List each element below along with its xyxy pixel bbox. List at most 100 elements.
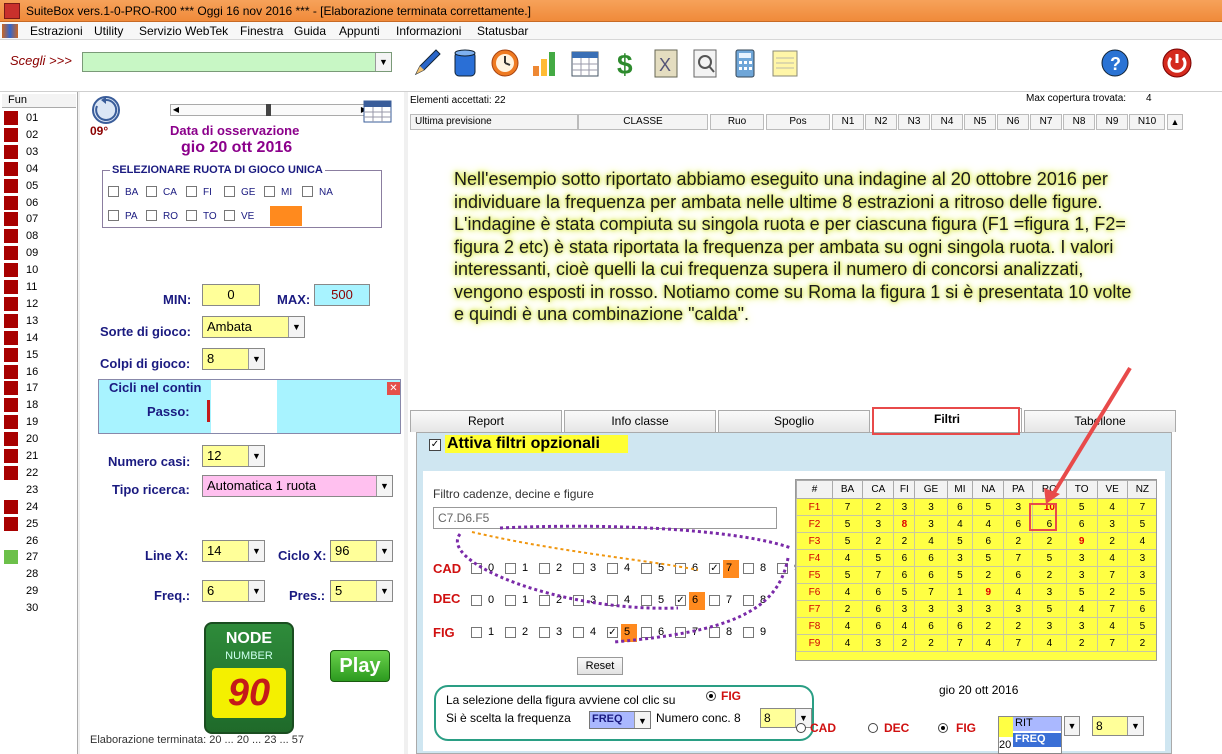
scegli-combo[interactable]: ▼ <box>82 52 392 72</box>
dec-digit-checkbox[interactable]: ✓ <box>675 595 686 606</box>
column-header[interactable]: N6 <box>997 114 1029 130</box>
pencil-icon[interactable] <box>410 46 444 80</box>
power-icon[interactable] <box>1160 46 1194 80</box>
fun-row[interactable]: 03 <box>2 144 76 161</box>
grid-cell[interactable]: 9 <box>972 583 1005 601</box>
grid-cell[interactable]: 5 <box>893 583 916 601</box>
fig-digit-checkbox[interactable] <box>709 627 720 638</box>
grid-cell[interactable]: 6 <box>862 600 895 618</box>
grid-cell[interactable]: 7 <box>914 583 948 601</box>
column-header[interactable]: N3 <box>898 114 930 130</box>
fun-row[interactable]: 02 <box>2 127 76 144</box>
calculator-icon[interactable] <box>728 46 762 80</box>
column-header[interactable]: N7 <box>1030 114 1062 130</box>
menu-statusbar[interactable]: Statusbar <box>477 24 528 38</box>
fun-row[interactable]: 06 <box>2 195 76 212</box>
chevron-down-icon[interactable]: ▼ <box>248 541 264 561</box>
grid-cell[interactable]: 4 <box>946 515 974 533</box>
grid-cell[interactable]: 6 <box>1126 600 1156 618</box>
dec-digit-checkbox[interactable] <box>743 595 754 606</box>
passo-field[interactable] <box>207 400 210 422</box>
fun-row[interactable]: 20 <box>2 431 76 448</box>
casi-select[interactable]: 12 ▼ <box>202 445 265 467</box>
fun-row[interactable]: 22 <box>2 465 76 482</box>
grid-cell[interactable]: 4 <box>831 617 864 635</box>
grid-cell[interactable]: 7 <box>1096 634 1128 652</box>
fig-digit-checkbox[interactable]: ✓ <box>607 627 618 638</box>
grid-cell[interactable]: 3 <box>1065 617 1098 635</box>
grid-cell[interactable]: 3 <box>946 549 974 567</box>
dec-digit-checkbox[interactable] <box>709 595 720 606</box>
dec-digit-checkbox[interactable] <box>539 595 550 606</box>
ruota-checkbox-ve[interactable] <box>224 210 235 221</box>
fun-row[interactable]: 13 <box>2 313 76 330</box>
tab-spoglio[interactable]: Spoglio <box>718 410 870 432</box>
grid-cell[interactable]: 7 <box>1126 498 1156 516</box>
grid-cell[interactable]: 5 <box>1126 617 1156 635</box>
database-icon[interactable] <box>448 46 482 80</box>
search-doc-icon[interactable] <box>688 46 722 80</box>
grid-cell[interactable]: 3 <box>1126 549 1156 567</box>
grid-cell[interactable]: 5 <box>831 532 864 550</box>
chevron-down-icon[interactable]: ▼ <box>1127 717 1143 735</box>
ruota-checkbox-ge[interactable] <box>224 186 235 197</box>
fun-row[interactable]: 29 <box>2 583 76 600</box>
grid-cell[interactable]: 5 <box>1065 498 1098 516</box>
grid-header-cell[interactable]: NZ <box>1126 480 1156 499</box>
grid-cell[interactable]: 6 <box>914 549 948 567</box>
grid-cell[interactable]: 4 <box>1003 583 1034 601</box>
grid-cell[interactable]: 2 <box>972 617 1005 635</box>
slider-thumb[interactable] <box>266 104 271 116</box>
fun-row[interactable]: 18 <box>2 397 76 414</box>
grid-cell[interactable]: 3 <box>1032 583 1067 601</box>
fun-row[interactable]: 15 <box>2 347 76 364</box>
filters-checkbox[interactable]: ✓ <box>429 439 441 451</box>
grid-cell[interactable]: 8 <box>893 515 916 533</box>
grid-cell[interactable]: 7 <box>831 498 864 516</box>
grid-cell[interactable]: 3 <box>914 515 948 533</box>
menu-servizio-webtek[interactable]: Servizio WebTek <box>139 24 228 38</box>
grid-cell[interactable]: 9 <box>1065 532 1098 550</box>
grid-cell[interactable]: 2 <box>862 498 895 516</box>
grid-cell[interactable]: 4 <box>1096 549 1128 567</box>
ruota-checkbox-fi[interactable] <box>186 186 197 197</box>
grid-cell[interactable]: 3 <box>1065 549 1098 567</box>
grid-cell[interactable]: 1 <box>946 583 974 601</box>
rit-freq-list[interactable]: 20 RIT FREQ <box>998 716 1062 754</box>
dec-digit-checkbox[interactable] <box>641 595 652 606</box>
fun-row[interactable]: 16 <box>2 364 76 381</box>
grid-header-cell[interactable]: PA <box>1003 480 1034 499</box>
grid-cell[interactable]: 3 <box>972 600 1005 618</box>
ruota-checkbox-mi[interactable] <box>264 186 275 197</box>
dollar-icon[interactable]: $ <box>608 46 642 80</box>
column-header[interactable]: N2 <box>865 114 897 130</box>
grid-header-cell[interactable]: NA <box>972 480 1005 499</box>
tab-filtri[interactable]: Filtri <box>872 408 1022 432</box>
menu-app-icon[interactable] <box>2 24 18 38</box>
chevron-down-icon[interactable]: ▼ <box>288 317 304 337</box>
grid-header-cell[interactable]: CA <box>862 480 895 499</box>
date-slider[interactable]: ◀ ▶ <box>170 104 370 116</box>
grid-cell[interactable]: 7 <box>946 634 974 652</box>
grid-cell[interactable]: 2 <box>893 634 916 652</box>
column-header[interactable]: N9 <box>1096 114 1128 130</box>
grid-header-cell[interactable]: GE <box>914 480 948 499</box>
grid-cell[interactable]: 6 <box>1003 566 1034 584</box>
notepad-icon[interactable] <box>768 46 802 80</box>
grid-cell[interactable]: 2 <box>972 566 1005 584</box>
chevron-down-icon[interactable]: ▼ <box>375 53 391 71</box>
ruota-checkbox-pa[interactable] <box>108 210 119 221</box>
column-header[interactable]: N10 <box>1129 114 1165 130</box>
grid-cell[interactable]: 4 <box>893 617 916 635</box>
grid-cell[interactable]: 7 <box>862 566 895 584</box>
bottom-fig-radio[interactable] <box>938 723 948 733</box>
grid-cell[interactable]: 2 <box>1065 634 1098 652</box>
menu-appunti[interactable]: Appunti <box>339 24 380 38</box>
grid-cell[interactable]: 3 <box>1096 515 1128 533</box>
grid-cell[interactable]: 2 <box>1032 532 1067 550</box>
grid-cell[interactable]: 2 <box>1032 566 1067 584</box>
fun-row[interactable]: 28 <box>2 566 76 583</box>
calendar-icon[interactable] <box>363 98 393 124</box>
column-header[interactable]: N4 <box>931 114 963 130</box>
freq-select[interactable]: FREQ ▼ <box>589 711 651 729</box>
